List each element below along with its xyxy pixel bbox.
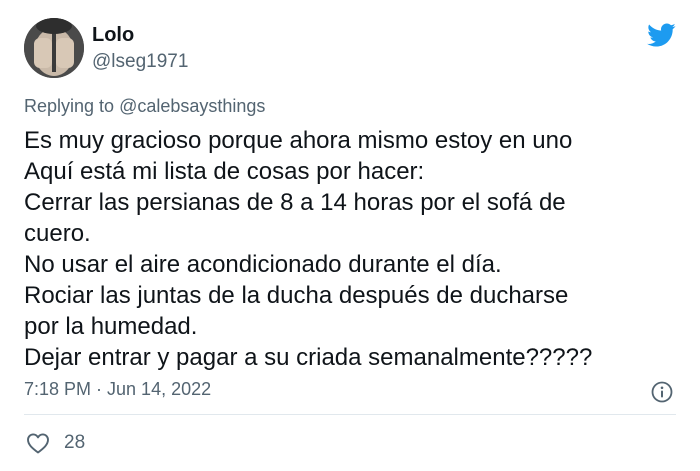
tweet-timestamp[interactable]: 7:18 PM · Jun 14, 2022 [24,379,211,400]
avatar[interactable] [24,18,84,78]
display-name[interactable]: Lolo [92,24,134,47]
user-handle[interactable]: @lseg1971 [92,51,188,73]
replying-to-mention[interactable]: @calebsaysthings [119,96,265,116]
tweet-text: Es muy gracioso porque ahora mismo estoy… [24,125,684,373]
tweet-text-line: por la humedad. [24,313,198,340]
heart-icon[interactable] [26,432,50,454]
tweet-text-line: Es muy gracioso porque ahora mismo estoy… [24,127,573,154]
tweet-card: Lolo @lseg1971 Replying to @calebsaysthi… [0,0,700,471]
tweet-text-line: Dejar entrar y pagar a su criada semanal… [24,344,593,371]
tweet-text-line: No usar el aire acondicionado durante el… [24,251,502,278]
replying-prefix: Replying to [24,96,115,116]
replying-to-line: Replying to @calebsaysthings [24,96,265,117]
tweet-text-line: Cerrar las persianas de 8 a 14 horas por… [24,189,566,216]
divider [24,414,676,415]
tweet-text-line: Rociar las juntas de la ducha después de… [24,282,569,309]
info-icon[interactable] [651,381,673,403]
like-count: 28 [64,432,86,453]
tweet-text-line: cuero. [24,220,91,247]
avatar-image [24,18,84,78]
tweet-text-line: Aquí está mi lista de cosas por hacer: [24,158,425,185]
twitter-bird-icon[interactable] [644,20,678,50]
